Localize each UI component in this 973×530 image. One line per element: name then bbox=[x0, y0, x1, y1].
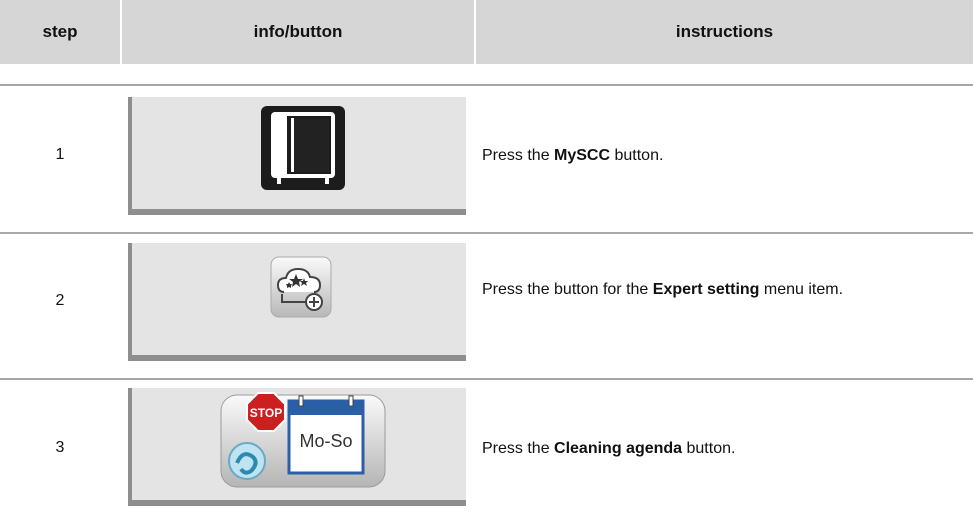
step-number: 3 bbox=[55, 439, 65, 456]
oven-icon[interactable] bbox=[261, 106, 345, 190]
instruction-keyword: Expert setting bbox=[652, 281, 760, 298]
header-instructions: instructions bbox=[476, 0, 973, 64]
row-divider bbox=[0, 84, 973, 86]
cleaning-agenda-icon[interactable]: STOP Mo-So bbox=[219, 391, 387, 491]
instruction-keyword: Cleaning agenda bbox=[554, 440, 683, 457]
instruction-text: Press the button for the Expert setting … bbox=[482, 281, 844, 298]
step-number: 2 bbox=[55, 292, 65, 309]
info-button-cell bbox=[128, 97, 466, 215]
instruction-keyword: MySCC bbox=[554, 147, 611, 164]
calendar-days-label: Mo-So bbox=[299, 431, 352, 451]
info-button-cell bbox=[128, 243, 466, 361]
stop-label: STOP bbox=[250, 406, 282, 420]
instruction-text: Press the Cleaning agenda button. bbox=[482, 440, 736, 457]
header-info-button: info/button bbox=[122, 0, 474, 64]
instruction-text: Press the MySCC button. bbox=[482, 147, 664, 164]
row-divider bbox=[0, 232, 973, 234]
info-button-cell: STOP Mo-So bbox=[128, 388, 466, 506]
row-divider bbox=[0, 378, 973, 380]
header-step: step bbox=[0, 0, 120, 64]
step-number: 1 bbox=[55, 146, 65, 163]
expert-setting-icon[interactable] bbox=[270, 256, 332, 318]
